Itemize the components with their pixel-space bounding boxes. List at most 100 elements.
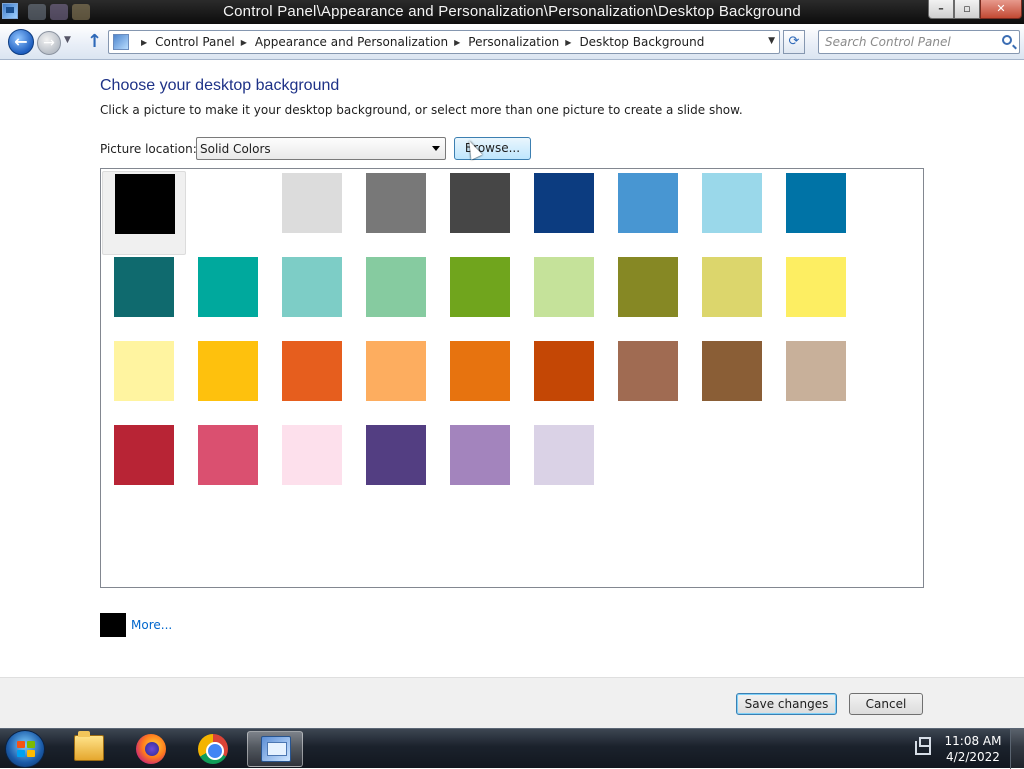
chevron-right-icon[interactable]: ▶ [241, 38, 247, 47]
picture-location-value: Solid Colors [200, 142, 271, 156]
taskbar-windows-explorer[interactable] [60, 731, 116, 767]
breadcrumb-desktop-background[interactable]: Desktop Background [579, 35, 704, 49]
color-swatch-item[interactable] [186, 423, 270, 507]
taskbar-chrome[interactable] [184, 731, 240, 767]
color-swatch [786, 257, 846, 317]
control-panel-icon [113, 34, 129, 50]
color-swatch-item[interactable] [522, 171, 606, 255]
current-color-preview [100, 613, 126, 637]
close-button[interactable]: ✕ [980, 0, 1022, 19]
color-swatch [198, 257, 258, 317]
windows-logo-icon [17, 741, 35, 757]
more-colors-link[interactable]: More... [131, 618, 172, 632]
color-swatch [618, 257, 678, 317]
color-swatch [366, 257, 426, 317]
color-swatch-item[interactable] [354, 423, 438, 507]
color-swatch [198, 341, 258, 401]
color-swatch-item[interactable] [690, 255, 774, 339]
chevron-right-icon[interactable]: ▶ [454, 38, 460, 47]
recent-pages-dropdown-icon[interactable]: ▼ [64, 35, 71, 45]
color-swatch-item[interactable] [102, 255, 186, 339]
color-swatch [366, 425, 426, 485]
color-swatch [114, 341, 174, 401]
color-swatch [114, 257, 174, 317]
system-clock[interactable]: 11:08 AM 4/2/2022 [940, 733, 1006, 765]
color-swatch [702, 173, 762, 233]
color-swatch-item[interactable] [522, 255, 606, 339]
show-desktop-button[interactable] [1010, 729, 1024, 769]
color-swatch-item[interactable] [186, 339, 270, 423]
address-bar[interactable]: ▶ Control Panel ▶ Appearance and Persona… [108, 30, 780, 54]
picture-location-select[interactable]: Solid Colors [196, 137, 446, 160]
color-swatch-item[interactable] [270, 171, 354, 255]
color-swatch-item[interactable] [102, 171, 186, 255]
maximize-button[interactable]: ▫ [954, 0, 980, 19]
color-swatch-item[interactable] [102, 423, 186, 507]
network-icon[interactable] [915, 737, 931, 755]
color-swatch [618, 173, 678, 233]
color-swatch-item[interactable] [606, 339, 690, 423]
color-swatch-item[interactable] [438, 171, 522, 255]
color-swatch [702, 257, 762, 317]
color-swatch-item[interactable] [690, 171, 774, 255]
up-arrow-icon[interactable]: ↑ [87, 33, 102, 51]
color-swatch-item[interactable] [438, 255, 522, 339]
color-swatch-item[interactable] [606, 171, 690, 255]
color-swatch-item[interactable] [270, 339, 354, 423]
color-swatch-item[interactable] [690, 339, 774, 423]
taskbar-control-panel[interactable] [247, 731, 303, 767]
color-swatch-item[interactable] [186, 171, 270, 255]
clock-date: 4/2/2022 [946, 750, 1000, 764]
color-swatch-item[interactable] [354, 171, 438, 255]
minimize-button[interactable]: – [928, 0, 954, 19]
breadcrumb: ▶ Control Panel ▶ Appearance and Persona… [135, 35, 704, 49]
color-swatch-item[interactable] [606, 255, 690, 339]
color-swatch-item[interactable] [102, 339, 186, 423]
back-arrow-icon[interactable]: ← [8, 29, 34, 55]
search-input[interactable] [825, 34, 995, 50]
color-swatch-item[interactable] [438, 339, 522, 423]
clock-time: 11:08 AM [944, 734, 1002, 748]
address-history-dropdown-icon[interactable]: ▼ [768, 36, 775, 46]
refresh-icon[interactable]: ⟳ [783, 30, 805, 54]
color-swatch [786, 173, 846, 233]
color-swatch-item[interactable] [438, 423, 522, 507]
search-icon[interactable] [1002, 35, 1012, 45]
forward-arrow-icon[interactable]: → [37, 31, 61, 55]
chrome-icon [198, 734, 228, 764]
color-swatch-item[interactable] [774, 339, 858, 423]
color-swatch [282, 341, 342, 401]
color-swatch [282, 257, 342, 317]
color-swatch-item[interactable] [774, 255, 858, 339]
picture-location-label: Picture location: [100, 142, 197, 156]
color-swatch-item[interactable] [522, 339, 606, 423]
color-swatch [282, 425, 342, 485]
start-button[interactable] [5, 730, 45, 768]
color-swatch [282, 173, 342, 233]
taskbar-firefox[interactable] [120, 731, 176, 767]
taskbar: 11:08 AM 4/2/2022 [0, 728, 1024, 769]
color-swatch-item[interactable] [774, 171, 858, 255]
color-swatch-list [100, 168, 924, 588]
chevron-right-icon[interactable]: ▶ [565, 38, 571, 47]
color-swatch [534, 257, 594, 317]
color-swatch-item[interactable] [354, 255, 438, 339]
window-title: Control Panel\Appearance and Personaliza… [223, 3, 801, 20]
breadcrumb-appearance[interactable]: Appearance and Personalization [255, 35, 448, 49]
color-swatch-item[interactable] [354, 339, 438, 423]
color-swatch-item[interactable] [186, 255, 270, 339]
color-swatch-item[interactable] [522, 423, 606, 507]
breadcrumb-personalization[interactable]: Personalization [468, 35, 559, 49]
breadcrumb-control-panel[interactable]: Control Panel [155, 35, 235, 49]
color-swatch-item[interactable] [270, 255, 354, 339]
save-changes-button[interactable]: Save changes [736, 693, 837, 715]
search-box[interactable] [818, 30, 1020, 54]
cancel-button[interactable]: Cancel [849, 693, 923, 715]
color-swatch [198, 425, 258, 485]
folder-icon [74, 731, 104, 761]
chevron-right-icon[interactable]: ▶ [141, 38, 147, 47]
color-swatch-item[interactable] [270, 423, 354, 507]
control-panel-icon [261, 736, 291, 762]
color-swatch [115, 174, 175, 234]
color-swatch [366, 173, 426, 233]
